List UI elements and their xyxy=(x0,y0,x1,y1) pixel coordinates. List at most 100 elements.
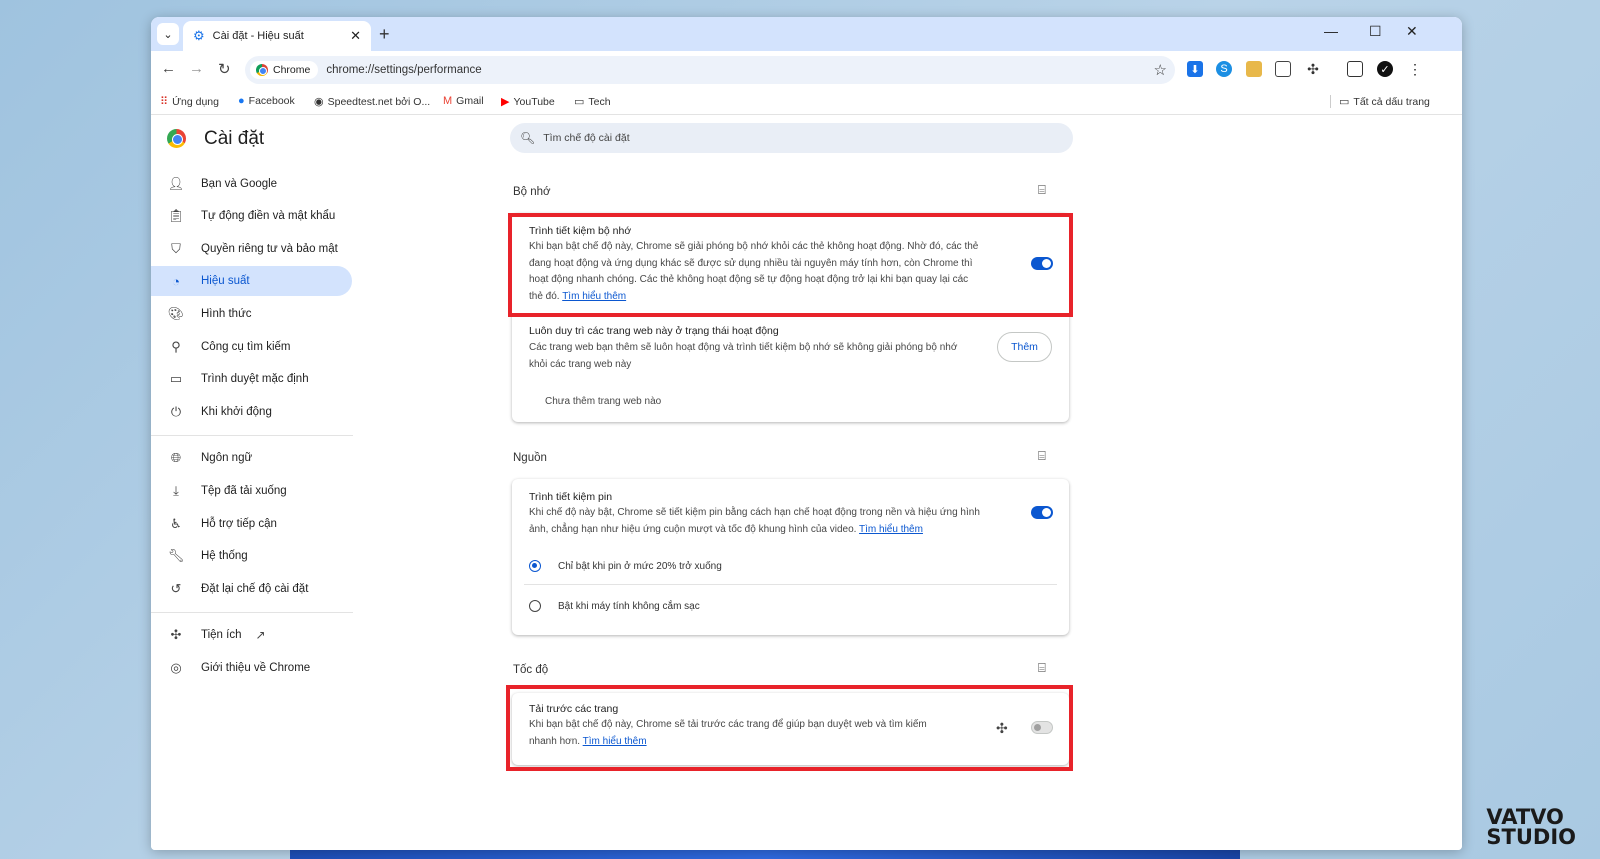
extension-managed-puzzle-icon[interactable]: ✣ xyxy=(996,720,1008,737)
battery-option-unplugged-label: Bật khi máy tính không cắm sạc xyxy=(558,601,700,612)
browser-icon: ▭ xyxy=(169,371,183,386)
feedback-icon[interactable]: ⌸ xyxy=(1038,660,1046,676)
clipboard-icon: 📋︎ xyxy=(167,208,185,223)
address-bar[interactable]: Chrome chrome://settings/performance ☆ xyxy=(245,56,1175,84)
sidebar-item-downloads[interactable]: ⤓ Tệp đã tải xuống xyxy=(167,476,352,506)
sidebar-item-label: Đặt lại chế độ cài đặt xyxy=(201,583,309,595)
new-tab-button[interactable]: + xyxy=(379,24,390,45)
folder-icon: ▭ xyxy=(1339,96,1350,108)
globe-icon: 🌐︎ xyxy=(170,450,182,465)
side-panel-icon[interactable] xyxy=(1347,61,1363,77)
person-icon: 👤︎ xyxy=(167,176,185,191)
sidebar-item-you-and-google[interactable]: 👤︎ Bạn và Google xyxy=(167,169,352,199)
desc-line: Khi bạn bật chế độ này, Chrome sẽ giải p… xyxy=(529,241,979,252)
feedback-icon[interactable]: ⌸ xyxy=(1038,448,1046,464)
bookmark-label: Facebook xyxy=(248,95,295,107)
battery-saver-toggle[interactable] xyxy=(1031,506,1053,519)
preload-description: Khi bạn bật chế độ này, Chrome sẽ tải tr… xyxy=(529,717,979,750)
bookmark-speedtest[interactable]: ◉ Speedtest.net bởi O... xyxy=(314,95,431,109)
battery-option-low-radio[interactable] xyxy=(529,560,541,572)
bookmark-label: Ứng dụng xyxy=(172,95,219,108)
section-title-memory: Bộ nhớ xyxy=(513,186,551,198)
bookmarks-bar: ⠿ Ứng dụng ● Facebook ◉ Speedtest.net bởi O… xyxy=(151,87,1462,115)
desc-text: ảnh, chẳng hạn như hiệu ứng cuộn mượt và… xyxy=(529,523,857,535)
shield-icon: ⛉ xyxy=(171,241,181,256)
shazam-icon[interactable]: S xyxy=(1216,61,1232,77)
desc-line: đang hoạt động và ứng dụng khác sẽ được … xyxy=(529,257,973,269)
sidebar-item-label: Bạn và Google xyxy=(201,178,278,190)
sidebar-item-label: Ngôn ngữ xyxy=(201,452,253,464)
profile-avatar[interactable]: ✓ xyxy=(1377,61,1393,77)
chrome-icon: ◎ xyxy=(170,660,182,675)
bookmark-label: Speedtest.net bởi O... xyxy=(327,95,431,108)
sidebar-item-label: Hệ thống xyxy=(201,550,248,562)
settings-search-input[interactable]: 🔍︎ Tìm chế độ cài đặt xyxy=(510,123,1073,153)
sidebar-item-privacy[interactable]: ⛉ Quyền riêng tư và bảo mật xyxy=(167,234,352,264)
download-icon: ⤓ xyxy=(173,483,179,498)
learn-more-link[interactable]: Tìm hiểu thêm xyxy=(562,291,626,302)
battery-option-low-label: Chỉ bật khi pin ở mức 20% trở xuống xyxy=(558,561,722,572)
menu-kebab-icon[interactable]: ⋮ xyxy=(1407,61,1423,77)
bookmark-tech[interactable]: ▭ Tech xyxy=(574,95,611,109)
tab-settings[interactable]: ⚙ Cài đặt - Hiệu suất ✕ xyxy=(183,21,371,51)
sidebar-item-label: Khi khởi động xyxy=(201,406,272,418)
maximize-button[interactable]: ☐ xyxy=(1369,23,1382,40)
bookmark-star-icon[interactable]: ☆ xyxy=(1154,61,1167,79)
sidebar-item-languages[interactable]: 🌐︎ Ngôn ngữ xyxy=(167,443,352,473)
sidebar-item-autofill[interactable]: 📋︎ Tự động điền và mật khẩu xyxy=(167,201,352,231)
desc-line: ảnh, chẳng hạn như hiệu ứng cuộn mượt và… xyxy=(529,522,1019,539)
close-tab-icon[interactable]: ✕ xyxy=(350,28,361,44)
sidebar-item-label: Tự động điền và mật khẩu xyxy=(201,210,336,222)
sidebar-item-on-startup[interactable]: ⏻ Khi khởi động xyxy=(167,397,352,427)
sidebar-item-system[interactable]: 🔧︎ Hệ thống xyxy=(167,541,352,571)
chip-label: Chrome xyxy=(273,64,311,76)
close-window-button[interactable]: ✕ xyxy=(1406,23,1418,40)
gear-icon: ⚙ xyxy=(193,28,205,43)
add-site-button[interactable]: Thêm xyxy=(997,332,1052,362)
sidebar-item-appearance[interactable]: 🎨︎ Hình thức xyxy=(167,299,352,329)
site-info-chip[interactable]: Chrome xyxy=(250,61,319,79)
chevron-down-icon: ⌄ xyxy=(163,28,173,41)
forward-button[interactable]: → xyxy=(189,60,204,77)
extension-icon[interactable] xyxy=(1246,61,1262,77)
preload-toggle[interactable] xyxy=(1031,721,1053,734)
card-divider xyxy=(512,314,1069,315)
image-icon[interactable] xyxy=(1275,61,1291,77)
sidebar-item-label: Quyền riêng tư và bảo mật xyxy=(201,243,338,255)
reload-button[interactable]: ↻ xyxy=(218,60,231,78)
download-manager-icon[interactable]: ⬇ xyxy=(1187,61,1203,77)
sidebar-item-accessibility[interactable]: ♿︎ Hỗ trợ tiếp cận xyxy=(167,509,352,539)
watermark-logo: VATVO STUDIO xyxy=(1486,807,1576,848)
settings-page: Cài đặt 🔍︎ Tìm chế độ cài đặt 👤︎ Bạn và G… xyxy=(151,115,1462,850)
learn-more-link[interactable]: Tìm hiểu thêm xyxy=(583,736,647,747)
sidebar-item-default-browser[interactable]: ▭ Trình duyệt mặc định xyxy=(167,364,352,394)
bookmark-gmail[interactable]: M Gmail xyxy=(443,95,484,107)
battery-option-unplugged-radio[interactable] xyxy=(529,600,541,612)
all-bookmarks-label: Tất cả dấu trang xyxy=(1353,95,1430,108)
sidebar-item-about-chrome[interactable]: ◎ Giới thiệu về Chrome xyxy=(167,653,352,683)
learn-more-link[interactable]: Tìm hiểu thêm xyxy=(859,524,923,535)
tab-search-button[interactable]: ⌄ xyxy=(157,23,179,45)
feedback-icon[interactable]: ⌸ xyxy=(1038,182,1046,198)
back-button[interactable]: ← xyxy=(161,60,176,77)
bookmark-apps[interactable]: ⠿ Ứng dụng xyxy=(160,95,219,109)
extensions-puzzle-icon[interactable]: ✣ xyxy=(1305,61,1321,77)
memory-saver-toggle[interactable] xyxy=(1031,257,1053,270)
sidebar-item-label: Hỗ trợ tiếp cận xyxy=(201,518,277,530)
apps-grid-icon: ⠿ xyxy=(160,96,169,108)
bookmark-youtube[interactable]: ▶ YouTube xyxy=(501,95,555,109)
section-title-speed: Tốc độ xyxy=(513,664,549,676)
sidebar-item-extensions[interactable]: ✣ Tiện ích ↗ xyxy=(167,620,352,650)
bookmark-facebook[interactable]: ● Facebook xyxy=(238,95,295,107)
sidebar-item-reset-settings[interactable]: ↺ Đặt lại chế độ cài đặt xyxy=(167,574,352,604)
all-bookmarks[interactable]: ▭ Tất cả dấu trang xyxy=(1330,95,1430,108)
sidebar-item-performance[interactable]: ◔ Hiệu suất xyxy=(151,266,352,296)
desc-line: thẻ đó. Tìm hiểu thêm xyxy=(529,289,1019,306)
memory-card: Trình tiết kiệm bộ nhớ Khi bạn bật chế đ… xyxy=(512,213,1069,422)
page-title: Cài đặt xyxy=(204,128,265,149)
speedometer-icon: ◔ xyxy=(172,273,180,289)
keep-active-title: Luôn duy trì các trang web này ở trạng t… xyxy=(529,325,779,337)
card-divider xyxy=(524,584,1057,585)
sidebar-item-search-engine[interactable]: ⚲ Công cụ tìm kiếm xyxy=(167,332,352,362)
minimize-button[interactable]: — xyxy=(1324,23,1338,39)
